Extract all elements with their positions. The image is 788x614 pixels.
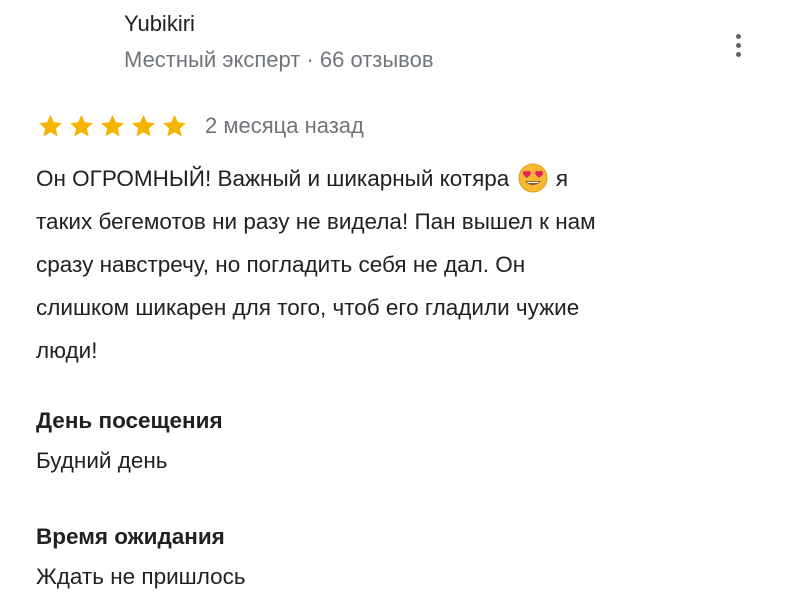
- star-icon: [67, 112, 96, 140]
- more-options-icon-dot: [735, 51, 741, 57]
- visit-day-value: Будний день: [36, 448, 168, 473]
- review-text: Он ОГРОМНЫЙ! Важный и шикарный котяра я …: [36, 157, 756, 372]
- star-icon: [36, 112, 65, 140]
- review-text-part-2: я таких бегемотов ни разу не видела! Пан…: [36, 166, 596, 363]
- review-date: 2 месяца назад: [205, 113, 364, 138]
- wait-time-label: Время ожидания: [36, 524, 225, 549]
- rating-row: 2 месяца назад: [36, 112, 364, 140]
- wait-time-value: Ждать не пришлось: [36, 564, 246, 589]
- visit-day-attribute: День посещения Будний день: [36, 406, 223, 476]
- more-options-icon-dot: [735, 42, 741, 48]
- more-options-button[interactable]: [724, 30, 752, 60]
- author-meta: Местный эксперт · 66 отзывов: [124, 47, 434, 72]
- star-icon: [98, 112, 127, 140]
- star-icon: [160, 112, 189, 140]
- review-text-part-1: Он ОГРОМНЫЙ! Важный и шикарный котяра: [36, 166, 510, 191]
- star-icon: [129, 112, 158, 140]
- more-options-icon: [735, 33, 741, 39]
- visit-day-label: День посещения: [36, 408, 223, 433]
- wait-time-attribute: Время ожидания Ждать не пришлось: [36, 522, 246, 592]
- heart-eyes-emoji-icon: [518, 163, 548, 193]
- star-rating: [36, 112, 191, 140]
- author-name[interactable]: Yubikiri: [124, 10, 195, 38]
